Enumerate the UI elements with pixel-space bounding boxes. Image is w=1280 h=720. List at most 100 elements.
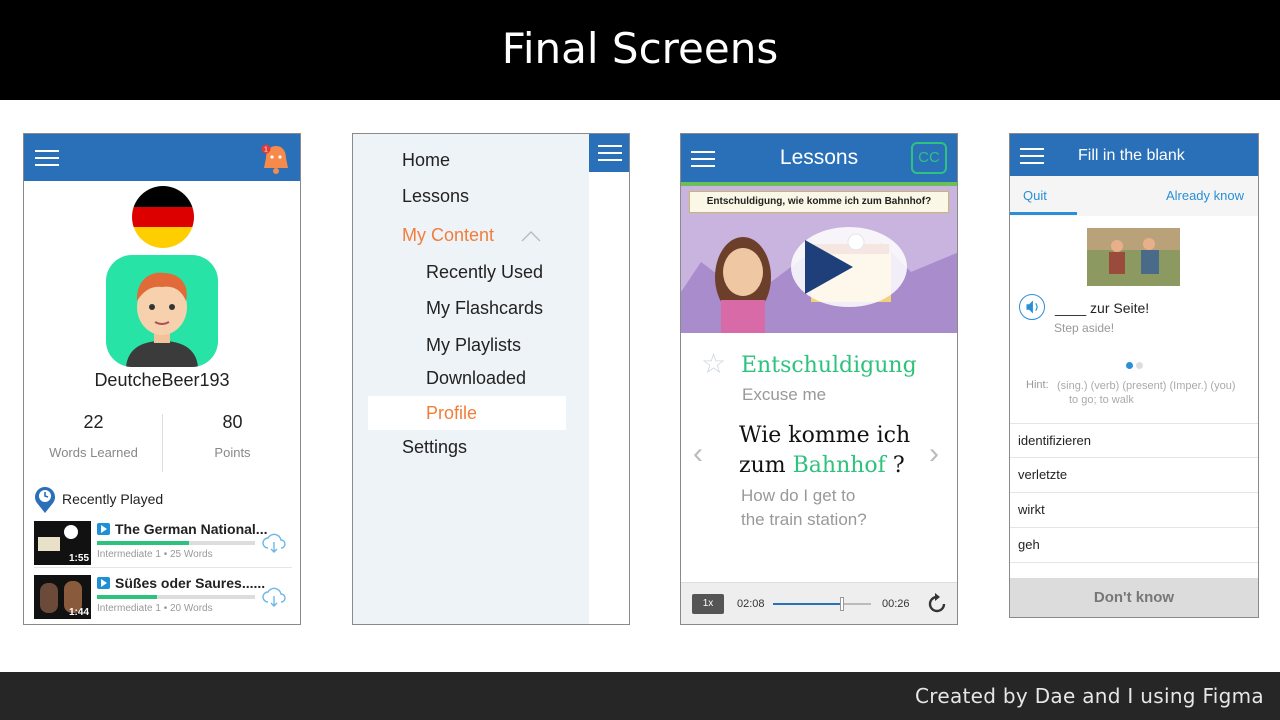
sentence-translation-line-1: How do I get to xyxy=(741,486,856,505)
answer-option[interactable]: wirkt xyxy=(1010,493,1258,528)
playback-controls: 1x 02:08 00:26 xyxy=(681,582,957,624)
video-thumbnail: 1:44 xyxy=(34,575,91,619)
quiz-photo xyxy=(1087,228,1180,286)
video-caption: Entschuldigung, wie komme ich zum Bahnho… xyxy=(689,191,949,213)
already-know-tab[interactable]: Already know xyxy=(1166,188,1244,203)
star-icon[interactable]: ☆ xyxy=(701,347,726,380)
quiz-header: Fill in the blank xyxy=(1010,134,1258,176)
vocab-translation: Excuse me xyxy=(742,385,827,404)
chevron-left-icon[interactable]: ‹ xyxy=(693,437,703,471)
recently-played-icon xyxy=(35,487,55,513)
sentence-end: ? xyxy=(892,453,905,478)
words-learned-value: 22 xyxy=(83,412,104,432)
page-dots xyxy=(1126,356,1146,374)
lesson-screen: Lessons CC Entschuldigung, wie komme ich… xyxy=(680,133,958,625)
sentence-translation: How do I get to the train station? xyxy=(741,484,867,532)
title-bar: Final Screens xyxy=(0,0,1280,100)
menu-item-my-content[interactable]: My Content xyxy=(402,225,494,246)
video-item[interactable]: 1:55 The German National... Intermediate… xyxy=(34,521,294,569)
credit-text: Created by Dae and I using Figma xyxy=(915,684,1264,708)
answer-option[interactable]: identifizieren xyxy=(1010,423,1258,458)
words-learned-label: Words Learned xyxy=(49,445,138,460)
sentence-translation-line-2: the train station? xyxy=(741,510,867,529)
cloud-download-icon[interactable] xyxy=(262,587,286,607)
menu-icon[interactable] xyxy=(1020,148,1044,164)
dot-active xyxy=(1126,362,1133,369)
chevron-up-icon[interactable] xyxy=(521,230,541,242)
menu-icon[interactable] xyxy=(35,150,59,166)
video-progress-bar xyxy=(97,541,255,545)
notification-bell-icon[interactable]: 1 xyxy=(261,142,291,174)
active-tab-indicator xyxy=(1010,212,1077,215)
menu-item-recently-used[interactable]: Recently Used xyxy=(426,262,543,283)
closed-captions-button[interactable]: CC xyxy=(911,142,947,174)
quiz-tabs: Quit Already know xyxy=(1010,176,1258,216)
notification-count: 1 xyxy=(264,147,268,154)
footer-bar: Created by Dae and I using Figma xyxy=(0,672,1280,720)
menu-item-downloaded[interactable]: Downloaded xyxy=(426,368,526,389)
lesson-video[interactable]: Entschuldigung, wie komme ich zum Bahnho… xyxy=(681,182,957,333)
hint-text: (sing.) (verb) (present) (Imper.) (you) … xyxy=(1057,379,1235,407)
recently-played-title: Recently Played xyxy=(62,491,164,507)
profile-screen: 1 DeutcheBeer193 22 Words Learned 80 Poi… xyxy=(23,133,301,625)
sentence-part-2: zum xyxy=(739,453,786,478)
blank-translation: Step aside! xyxy=(1054,321,1115,335)
seek-fill xyxy=(773,603,842,605)
speed-button[interactable]: 1x xyxy=(692,594,724,614)
lesson-header: Lessons CC xyxy=(681,134,957,182)
menu-item-my-flashcards[interactable]: My Flashcards xyxy=(426,298,543,319)
menu-icon[interactable] xyxy=(598,145,622,161)
video-title: The German National... xyxy=(115,521,268,537)
menu-item-my-playlists[interactable]: My Playlists xyxy=(426,335,521,356)
video-level: Intermediate 1 xyxy=(97,603,161,614)
menu-item-home[interactable]: Home xyxy=(402,150,450,171)
total-time: 00:26 xyxy=(882,598,910,610)
hint-label: Hint: xyxy=(1026,379,1049,391)
german-flag-icon xyxy=(132,186,194,248)
hint-line-2: to go; to walk xyxy=(1069,394,1134,406)
cloud-download-icon[interactable] xyxy=(262,533,286,553)
points-label: Points xyxy=(214,445,251,460)
dot xyxy=(1136,362,1143,369)
video-words: 20 Words xyxy=(170,603,213,614)
blank-sentence: ____ zur Seite! xyxy=(1055,300,1150,316)
play-icon xyxy=(97,577,110,589)
hint-line-1: (sing.) (verb) (present) (Imper.) (you) xyxy=(1057,380,1236,392)
video-meta: Intermediate 1 • 20 Words xyxy=(97,603,213,614)
video-words: 25 Words xyxy=(170,549,213,560)
seek-slider[interactable] xyxy=(773,597,871,611)
quit-tab[interactable]: Quit xyxy=(1023,188,1047,203)
page-title: Fill in the blank xyxy=(1078,147,1185,164)
menu-item-profile[interactable]: Profile xyxy=(426,403,477,424)
row-divider xyxy=(34,567,292,568)
video-item[interactable]: 1:44 Süßes oder Saures...... Intermediat… xyxy=(34,575,294,623)
answer-option[interactable]: geh xyxy=(1010,528,1258,563)
vocab-word: Entschuldigung xyxy=(741,353,917,378)
video-progress-bar xyxy=(97,595,255,599)
dont-know-button[interactable]: Don't know xyxy=(1010,578,1258,617)
avatar xyxy=(106,255,218,367)
menu-item-lessons[interactable]: Lessons xyxy=(402,186,469,207)
chevron-right-icon[interactable]: › xyxy=(929,437,939,471)
video-progress-fill xyxy=(97,595,158,599)
replay-icon[interactable] xyxy=(925,592,949,616)
speaker-icon[interactable] xyxy=(1019,294,1045,320)
video-thumbnail: 1:55 xyxy=(34,521,91,565)
quiz-screen: Fill in the blank Quit Already know ____… xyxy=(1009,133,1259,618)
points-stat: 80 Points xyxy=(163,412,300,460)
video-title: Süßes oder Saures...... xyxy=(115,575,266,591)
video-level: Intermediate 1 xyxy=(97,549,161,560)
current-time: 02:08 xyxy=(737,598,765,610)
video-meta: Intermediate 1 • 25 Words xyxy=(97,549,213,560)
video-duration: 1:44 xyxy=(68,607,89,618)
words-learned-stat: 22 Words Learned xyxy=(24,412,163,460)
example-sentence: Wie komme ich zum Bahnhof ? xyxy=(739,421,910,481)
points-value: 80 xyxy=(222,412,243,432)
seek-handle[interactable] xyxy=(839,597,844,611)
answer-option[interactable]: verletzte xyxy=(1010,458,1258,493)
play-button[interactable] xyxy=(791,227,907,307)
video-duration: 1:55 xyxy=(68,553,89,564)
play-icon xyxy=(97,523,110,535)
sentence-highlight: Bahnhof xyxy=(792,453,886,478)
menu-item-settings[interactable]: Settings xyxy=(402,437,467,458)
